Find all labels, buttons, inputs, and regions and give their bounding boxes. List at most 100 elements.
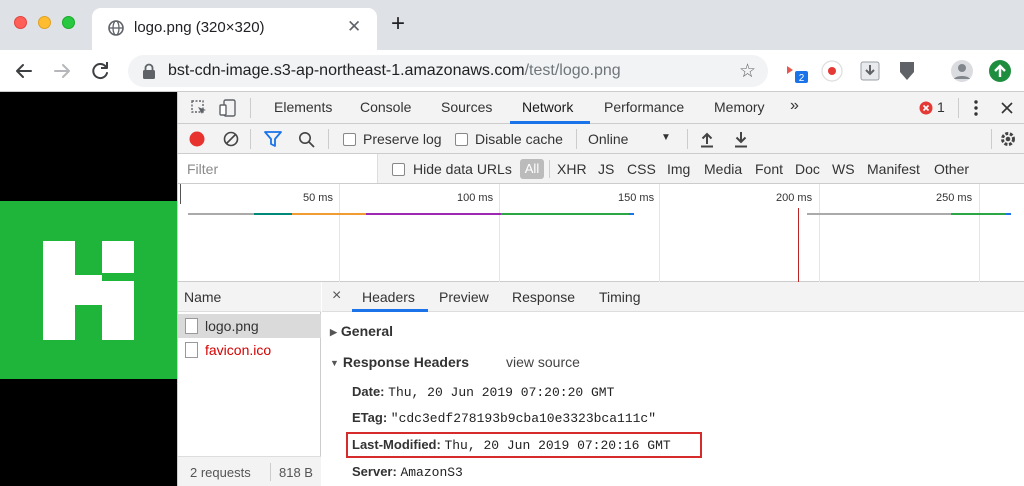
- toolbar-divider: [687, 129, 688, 149]
- request-row[interactable]: logo.png: [178, 314, 321, 338]
- timing-bar-stalled: [807, 213, 951, 215]
- window-minimize-button[interactable]: [38, 16, 51, 29]
- status-divider: [270, 463, 271, 481]
- filter-type-media[interactable]: Media: [704, 161, 742, 177]
- filter-type-all[interactable]: All: [520, 159, 544, 179]
- devtools-panel: Elements Console Sources Network Perform…: [177, 92, 1024, 486]
- shield-extension-icon[interactable]: [895, 59, 919, 83]
- filter-type-css[interactable]: CSS: [627, 161, 656, 177]
- filter-type-manifest[interactable]: Manifest: [867, 161, 920, 177]
- file-icon: [185, 342, 198, 358]
- tab-timing[interactable]: Timing: [599, 289, 641, 305]
- window-zoom-button[interactable]: [62, 16, 75, 29]
- filter-type-img[interactable]: Img: [667, 161, 690, 177]
- tab-preview[interactable]: Preview: [439, 289, 489, 305]
- forward-arrow-icon[interactable]: [50, 59, 74, 83]
- error-icon[interactable]: [919, 101, 933, 115]
- filter-type-ws[interactable]: WS: [832, 161, 855, 177]
- update-arrow-icon[interactable]: [988, 59, 1012, 83]
- tab-close-icon[interactable]: ✕: [347, 17, 361, 37]
- toolbar-divider: [250, 129, 251, 149]
- preserve-log-checkbox[interactable]: [343, 133, 356, 146]
- detail-tab-bar: × Headers Preview Response Timing: [322, 282, 1024, 312]
- devtools-tab-bar: Elements Console Sources Network Perform…: [178, 92, 1024, 124]
- tab-network[interactable]: Network: [522, 99, 573, 115]
- preserve-log-label[interactable]: Preserve log: [363, 131, 442, 147]
- timing-bar-ssl: [366, 213, 501, 215]
- tab-console[interactable]: Console: [360, 99, 411, 115]
- window-close-button[interactable]: [14, 16, 27, 29]
- bookmark-star-icon[interactable]: ☆: [739, 60, 756, 83]
- tab-performance[interactable]: Performance: [604, 99, 684, 115]
- disable-cache-checkbox[interactable]: [455, 133, 468, 146]
- triangle-down-icon: ▼: [330, 358, 339, 368]
- tab-headers[interactable]: Headers: [362, 289, 415, 305]
- profile-avatar-icon[interactable]: [950, 59, 974, 83]
- reload-icon[interactable]: [88, 59, 112, 83]
- filter-type-js[interactable]: JS: [598, 161, 614, 177]
- request-count: 2 requests: [190, 465, 251, 480]
- extension-pin-icon[interactable]: 2: [784, 59, 808, 83]
- tab-memory[interactable]: Memory: [714, 99, 765, 115]
- download-extension-icon[interactable]: [858, 59, 882, 83]
- timeline-tick-label: 150 ms: [618, 192, 655, 204]
- search-icon[interactable]: [298, 131, 315, 148]
- filter-type-other[interactable]: Other: [934, 161, 969, 177]
- view-source-link[interactable]: view source: [506, 354, 580, 370]
- timeline-gridline: [499, 184, 500, 282]
- filter-type-doc[interactable]: Doc: [795, 161, 820, 177]
- timing-bar-download: [1006, 213, 1011, 215]
- filter-input[interactable]: Filter: [178, 154, 378, 183]
- filter-bar: Filter Hide data URLs All XHR JS CSS Img…: [178, 154, 1024, 184]
- name-column-header[interactable]: Name: [178, 282, 321, 312]
- new-tab-button[interactable]: +: [391, 12, 405, 36]
- timing-bar-waiting: [951, 213, 1006, 215]
- address-bar[interactable]: bst-cdn-image.s3-ap-northeast-1.amazonaw…: [128, 55, 768, 87]
- active-tab-indicator: [352, 309, 428, 312]
- device-toolbar-icon[interactable]: [218, 98, 238, 118]
- tab-elements[interactable]: Elements: [274, 99, 332, 115]
- record-button-icon[interactable]: [189, 131, 205, 147]
- general-section-toggle[interactable]: ▶ General: [330, 323, 393, 339]
- tab-response[interactable]: Response: [512, 289, 575, 305]
- tab-strip: logo.png (320×320) ✕ +: [0, 0, 1024, 50]
- filter-type-xhr[interactable]: XHR: [557, 161, 587, 177]
- record-extension-icon[interactable]: [820, 59, 844, 83]
- url-text[interactable]: bst-cdn-image.s3-ap-northeast-1.amazonaw…: [168, 62, 621, 80]
- throttling-select[interactable]: Online: [588, 131, 628, 147]
- svg-text:2: 2: [799, 73, 805, 83]
- response-headers-section-toggle[interactable]: ▼ Response Headers: [330, 354, 469, 370]
- filter-funnel-icon[interactable]: [264, 131, 282, 148]
- filter-type-font[interactable]: Font: [755, 161, 783, 177]
- hide-data-urls-checkbox[interactable]: [392, 163, 405, 176]
- request-row[interactable]: favicon.ico: [178, 338, 321, 362]
- disable-cache-label[interactable]: Disable cache: [475, 131, 563, 147]
- timing-bar-connect: [292, 213, 366, 215]
- timing-bar-dns: [254, 213, 292, 215]
- request-list: Name logo.png favicon.ico 2 requests 818…: [178, 282, 321, 486]
- lock-icon[interactable]: [142, 63, 156, 79]
- timeline-start-marker: [180, 184, 181, 204]
- header-row-etag: ETag: "cdc3edf278193b9cba10e3323bca111c": [352, 410, 657, 426]
- browser-tab-active[interactable]: logo.png (320×320) ✕: [92, 8, 377, 50]
- timeline-tick-label: 200 ms: [776, 192, 813, 204]
- timeline-tick-label: 50 ms: [303, 192, 333, 204]
- chevron-down-icon[interactable]: ▼: [661, 132, 671, 143]
- hide-data-urls-label[interactable]: Hide data URLs: [413, 161, 512, 177]
- inspect-element-icon[interactable]: [190, 99, 208, 117]
- timeline-overview[interactable]: 50 ms 100 ms 150 ms 200 ms 250 ms: [178, 184, 1024, 282]
- close-detail-icon[interactable]: ×: [332, 287, 341, 305]
- import-har-icon[interactable]: [699, 130, 715, 148]
- error-count[interactable]: 1: [937, 99, 945, 115]
- back-arrow-icon[interactable]: [12, 59, 36, 83]
- clear-log-icon[interactable]: [223, 131, 239, 147]
- kebab-menu-icon[interactable]: [966, 98, 986, 118]
- more-tabs-button[interactable]: »: [790, 97, 799, 115]
- timeline-gridline: [659, 184, 660, 282]
- gear-icon[interactable]: [999, 130, 1017, 148]
- close-devtools-icon[interactable]: [999, 100, 1015, 116]
- export-har-icon[interactable]: [733, 130, 749, 148]
- page-viewport: [0, 92, 177, 486]
- transferred-size: 818 B: [279, 465, 313, 480]
- tab-sources[interactable]: Sources: [441, 99, 492, 115]
